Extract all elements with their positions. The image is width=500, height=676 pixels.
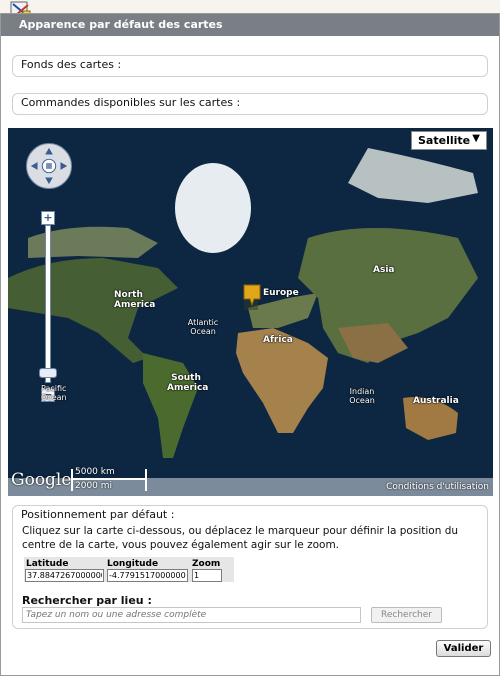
longitude-input[interactable] [107, 569, 188, 582]
scale-bar [71, 478, 147, 480]
scale-tick-left [71, 469, 73, 491]
latitude-input[interactable] [25, 569, 104, 582]
zoom-slider-track[interactable] [45, 225, 51, 383]
zoom-slider-handle[interactable] [39, 368, 57, 378]
dialog-title: Apparence par défaut des cartes [1, 14, 499, 36]
zoom-input[interactable] [192, 569, 222, 582]
position-instructions: Cliquez sur la carte ci-dessous, ou dépl… [22, 525, 459, 551]
label-north-america: North America [114, 290, 156, 310]
map-view[interactable]: Satellite ▼ + − North America Europe Asi… [8, 128, 493, 496]
fieldset-map-controls: Commandes disponibles sur les cartes : [12, 93, 488, 115]
search-by-place-label: Rechercher par lieu : [22, 594, 152, 607]
latitude-header: Latitude [26, 559, 69, 569]
validate-button[interactable]: Valider [436, 640, 491, 657]
longitude-header: Longitude [107, 559, 159, 569]
window-top-strip [0, 0, 500, 14]
map-satellite-imagery [8, 128, 493, 496]
fieldset-map-backgrounds: Fonds des cartes : [12, 55, 488, 77]
map-type-select[interactable]: Satellite ▼ [411, 131, 487, 150]
label-australia: Australia [413, 396, 459, 406]
label-south-america: South America [167, 373, 209, 393]
zoom-in-button[interactable]: + [41, 211, 55, 225]
scale-mi-label: 2000 mi [75, 481, 113, 491]
coordinates-table: Latitude Longitude Zoom [24, 557, 234, 582]
map-backgrounds-label: Fonds des cartes : [19, 58, 124, 71]
scale-km-label: 5000 km [75, 467, 115, 477]
label-pacific-ocean: Pacific Ocean [41, 384, 67, 402]
label-indian-ocean: Indian Ocean [349, 387, 375, 405]
map-appearance-dialog: Apparence par défaut des cartes Fonds de… [0, 13, 500, 676]
location-marker-icon[interactable] [243, 284, 261, 306]
fieldset-default-position: Positionnement par défaut : Cliquez sur … [12, 505, 488, 629]
default-position-label: Positionnement par défaut : [19, 508, 177, 521]
label-africa: Africa [263, 335, 293, 345]
pan-control-icon[interactable] [26, 143, 72, 189]
label-asia: Asia [373, 265, 395, 275]
place-search-input[interactable] [22, 607, 361, 623]
scale-tick-right [145, 469, 147, 491]
google-logo: Google [11, 470, 72, 490]
label-europe: Europe [263, 288, 299, 298]
terms-link[interactable]: Conditions d'utilisation [386, 482, 489, 492]
search-button[interactable]: Rechercher [371, 607, 442, 623]
map-controls-label: Commandes disponibles sur les cartes : [19, 96, 243, 109]
map-type-value: Satellite [418, 134, 471, 147]
map-scale: 5000 km 2000 mi [71, 467, 151, 493]
label-atlantic-ocean: Atlantic Ocean [187, 318, 219, 336]
chevron-down-icon: ▼ [472, 133, 480, 144]
zoom-header: Zoom [192, 559, 221, 569]
